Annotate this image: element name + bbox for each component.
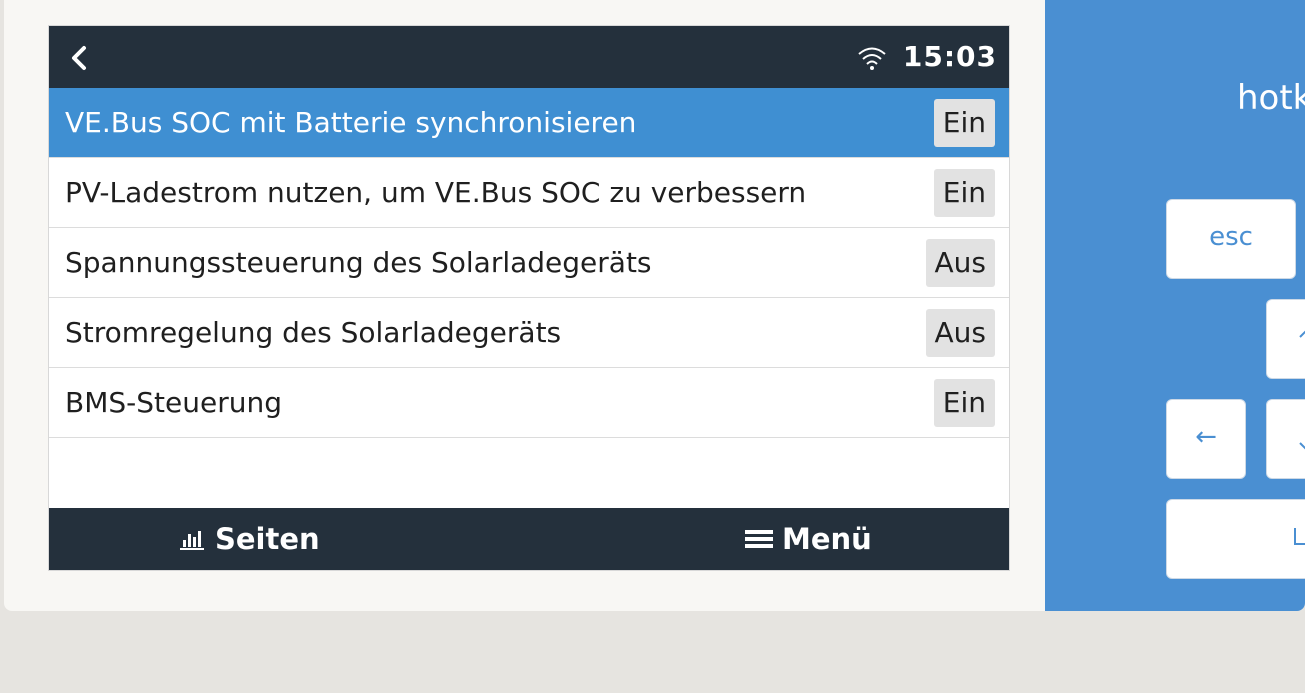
clock-time: 15:03: [902, 40, 997, 73]
pages-button[interactable]: Seiten: [177, 508, 320, 570]
settings-list: VE.Bus SOC mit Batterie synchronisieren …: [49, 88, 1009, 507]
settings-row-ve-bus-soc-sync[interactable]: VE.Bus SOC mit Batterie synchronisieren …: [49, 88, 1009, 158]
left-arrow-icon: ←: [1195, 422, 1217, 452]
esc-key[interactable]: esc: [1166, 199, 1296, 279]
gx-device-screen: 15:03 VE.Bus SOC mit Batterie synchronis…: [48, 25, 1010, 571]
setting-toggle-value[interactable]: Ein: [933, 99, 995, 147]
left-arrow-key[interactable]: ←: [1166, 399, 1246, 479]
setting-label: VE.Bus SOC mit Batterie synchronisieren: [65, 106, 637, 139]
setting-toggle-value[interactable]: Ein: [933, 379, 995, 427]
setting-label: Spannungssteuerung des Solarladegeräts: [65, 246, 652, 279]
bar-chart-icon: [180, 531, 204, 550]
down-arrow-icon: [1299, 442, 1305, 450]
up-arrow-key[interactable]: [1266, 299, 1305, 379]
settings-row-bms-control[interactable]: BMS-Steuerung Ein: [49, 368, 1009, 438]
bottom-nav-bar: Seiten Menü: [49, 508, 1009, 570]
settings-row-solar-current-control[interactable]: Stromregelung des Solarladegeräts Aus: [49, 298, 1009, 368]
menu-label: Menü: [782, 522, 872, 556]
hotkeys-title: hotk: [1237, 78, 1305, 118]
empty-row: [49, 438, 1009, 507]
setting-toggle-value[interactable]: Aus: [925, 309, 995, 357]
setting-toggle-value[interactable]: Ein: [933, 169, 995, 217]
hamburger-icon: [745, 530, 773, 548]
menu-button[interactable]: Menü: [744, 508, 872, 570]
pages-label: Seiten: [215, 522, 320, 556]
setting-toggle-value[interactable]: Aus: [925, 239, 995, 287]
chevron-left-icon[interactable]: [67, 45, 93, 71]
setting-label: BMS-Steuerung: [65, 386, 282, 419]
esc-key-label: esc: [1209, 222, 1253, 252]
settings-row-solar-voltage-control[interactable]: Spannungssteuerung des Solarladegeräts A…: [49, 228, 1009, 298]
settings-row-pv-charge-current[interactable]: PV-Ladestrom nutzen, um VE.Bus SOC zu ve…: [49, 158, 1009, 228]
hotkeys-panel: hotk esc ←: [1045, 0, 1305, 611]
device-panel: 15:03 VE.Bus SOC mit Batterie synchronis…: [4, 0, 1305, 611]
setting-label: Stromregelung des Solarladegeräts: [65, 316, 562, 349]
up-arrow-icon: [1299, 330, 1305, 338]
enter-icon: [1294, 528, 1305, 545]
enter-key[interactable]: [1166, 499, 1305, 579]
status-bar: 15:03: [49, 26, 1009, 88]
setting-label: PV-Ladestrom nutzen, um VE.Bus SOC zu ve…: [65, 176, 807, 209]
down-arrow-key[interactable]: [1266, 399, 1305, 479]
wifi-icon: [858, 47, 886, 70]
